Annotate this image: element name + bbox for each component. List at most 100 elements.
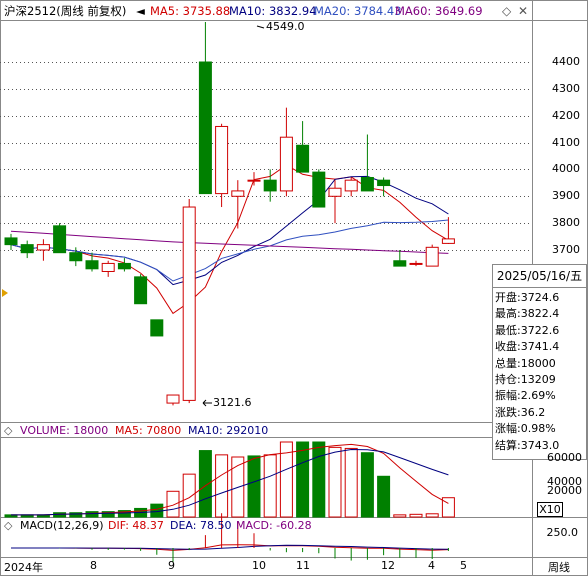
x-axis-label: 5 — [460, 559, 467, 572]
info-row: 最高:3822.4 — [495, 307, 560, 321]
candle-body — [312, 171, 326, 208]
info-row: 持仓:13209 — [495, 373, 556, 386]
volume-bar — [166, 490, 180, 518]
close-icon[interactable]: ✕ — [518, 2, 528, 20]
candle — [20, 240, 34, 259]
candle-body — [4, 237, 18, 246]
macd-dea: DEA: 78.50 — [170, 519, 232, 532]
volume-bar — [344, 447, 358, 518]
price-axis-label: 3900 — [552, 188, 580, 202]
volume-ma5: MA5: 70800 — [115, 424, 182, 437]
volume-bar — [328, 446, 342, 518]
candle — [166, 394, 180, 406]
candle — [263, 169, 277, 202]
candle-body — [344, 179, 358, 192]
annotation-arrows — [202, 25, 265, 407]
period-label[interactable]: 周线 — [548, 559, 570, 575]
candle — [312, 169, 326, 208]
x-axis-label: 8 — [90, 559, 97, 572]
candle — [117, 258, 131, 272]
volume-bar — [215, 454, 229, 518]
price-axis-label: 4400 — [552, 54, 580, 68]
ma10-value: MA10: 3832.94 — [229, 4, 317, 18]
candle-body — [166, 394, 180, 404]
volume-bar — [182, 473, 196, 518]
candle-body — [231, 190, 245, 197]
candle — [296, 121, 310, 173]
candle — [36, 239, 50, 261]
x-axis-label: 9 — [168, 559, 175, 572]
candle-body — [296, 144, 310, 173]
info-row: 涨跌:36.2 — [495, 405, 546, 419]
macd-collapse-icon[interactable]: ◇ — [4, 518, 12, 534]
candle — [441, 217, 455, 244]
candle-body — [263, 179, 277, 192]
candle-body — [425, 246, 439, 267]
candle — [344, 177, 358, 197]
ma-lines — [10, 164, 449, 315]
candle — [134, 274, 148, 305]
x-axis-label: 11 — [296, 559, 310, 572]
volume-collapse-icon[interactable]: ◇ — [4, 423, 12, 439]
candle-body — [69, 252, 83, 262]
candle — [393, 250, 407, 267]
ma5-line — [10, 164, 449, 315]
candle — [101, 260, 115, 277]
volume-bar — [393, 514, 407, 518]
volume-bar — [296, 441, 310, 518]
high-annotation: 4549.0 — [266, 20, 305, 33]
candle — [360, 134, 374, 192]
price-axis-label: 4200 — [552, 108, 580, 122]
candle-body — [36, 244, 50, 251]
macd-title: MACD(12,26,9) — [20, 519, 104, 532]
candle — [150, 319, 164, 337]
price-grid — [0, 62, 532, 251]
candle-body — [377, 179, 391, 187]
candle — [85, 252, 99, 272]
candle — [182, 198, 196, 404]
volume-ma10: MA10: 292010 — [188, 424, 269, 437]
info-row: 收盘:3741.4 — [495, 340, 560, 354]
price-axis-label: 3800 — [552, 215, 580, 229]
low-annotation: 3121.6 — [213, 396, 252, 409]
candle-body — [117, 262, 131, 270]
candle-body — [198, 61, 212, 195]
candle-body — [53, 225, 67, 254]
volume-bar — [409, 513, 423, 518]
candle-body — [182, 206, 196, 401]
volume-axis-label: 20000 — [547, 484, 582, 497]
candles — [4, 21, 455, 406]
info-date: 2025/05/16/五 — [493, 265, 586, 288]
candle — [425, 244, 439, 267]
candle — [198, 21, 212, 195]
candle-body — [328, 187, 342, 197]
candle — [215, 123, 229, 208]
price-axis-label: 3700 — [552, 242, 580, 256]
x-axis-label: 12 — [381, 559, 395, 572]
candle — [279, 107, 293, 197]
volume-bar — [263, 454, 277, 518]
candle — [328, 180, 342, 224]
candle-body — [20, 244, 34, 254]
volume-bar — [360, 452, 374, 518]
candle-body — [441, 238, 455, 244]
volume-bar — [425, 513, 439, 518]
price-axis-label: 4000 — [552, 161, 580, 175]
macd-value: MACD: -60.28 — [236, 519, 312, 532]
info-row: 振幅:2.69% — [495, 389, 556, 403]
candle — [4, 233, 18, 250]
volume-bar — [198, 450, 212, 518]
candle-body — [409, 262, 423, 265]
candle-body — [150, 319, 164, 337]
left-marker — [2, 289, 8, 297]
info-row: 涨幅:0.98% — [495, 422, 556, 436]
settings-diamond-icon[interactable]: ◇ — [502, 2, 511, 20]
info-row: 总量:18000 — [495, 356, 556, 370]
candle-info-panel: 2025/05/16/五 开盘:3724.6 最高:3822.4 最低:3722.6… — [492, 264, 587, 460]
macd-axis-label: 250.0 — [546, 526, 579, 539]
ma-toggle-icon[interactable]: ◄ — [136, 2, 145, 20]
candle — [231, 180, 245, 229]
x-axis-label: 4 — [428, 559, 435, 572]
info-row: 最低:3722.6 — [495, 323, 560, 337]
candle-body — [85, 260, 99, 270]
